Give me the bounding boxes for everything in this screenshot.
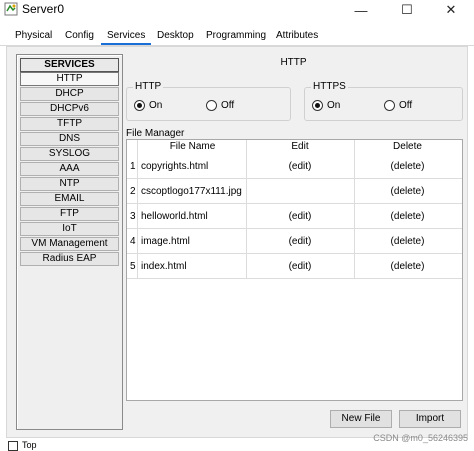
file-manager-label: File Manager xyxy=(126,128,185,139)
service-item-ntp[interactable]: NTP xyxy=(20,177,119,191)
radio-unchecked-icon xyxy=(206,100,217,111)
radio-unchecked-icon xyxy=(384,100,395,111)
tab-programming[interactable]: Programming xyxy=(200,27,272,45)
service-item-dhcp[interactable]: DHCP xyxy=(20,87,119,101)
delete-link[interactable]: (delete) xyxy=(354,179,461,204)
row-number: 2 xyxy=(130,186,136,197)
service-item-iot[interactable]: IoT xyxy=(20,222,119,236)
http-group: HTTP On Off xyxy=(126,81,291,121)
edit-link xyxy=(246,179,354,204)
http-on-label: On xyxy=(149,100,163,111)
service-item-ftp[interactable]: FTP xyxy=(20,207,119,221)
row-number: 1 xyxy=(130,161,136,172)
https-on-radio[interactable]: On xyxy=(312,100,340,111)
minimize-button[interactable]: — xyxy=(338,0,384,20)
watermark: CSDN @m0_56246395 xyxy=(373,433,468,443)
tab-attributes[interactable]: Attributes xyxy=(270,27,324,45)
table-row: 5 index.html (edit) (delete) xyxy=(127,254,462,279)
edit-header: Edit xyxy=(291,141,309,152)
import-button[interactable]: Import xyxy=(399,410,461,428)
tab-desktop[interactable]: Desktop xyxy=(151,27,200,45)
http-off-radio[interactable]: Off xyxy=(206,100,234,111)
close-button[interactable]: ✕ xyxy=(428,0,474,20)
file-name: copyrights.html xyxy=(141,161,209,172)
row-number: 4 xyxy=(130,236,136,247)
radio-checked-icon xyxy=(134,100,145,111)
service-item-dns[interactable]: DNS xyxy=(20,132,119,146)
delete-link[interactable]: (delete) xyxy=(354,229,461,254)
edit-link[interactable]: (edit) xyxy=(246,204,354,229)
edit-link[interactable]: (edit) xyxy=(246,254,354,279)
window-title: Server0 xyxy=(22,2,65,16)
tab-services[interactable]: Services xyxy=(101,27,152,45)
delete-link[interactable]: (delete) xyxy=(354,254,461,279)
row-number: 5 xyxy=(130,261,136,272)
http-off-label: Off xyxy=(221,100,235,111)
service-item-syslog[interactable]: SYSLOG xyxy=(20,147,119,161)
service-item-radius-eap[interactable]: Radius EAP xyxy=(20,252,119,266)
row-number: 3 xyxy=(130,211,136,222)
edit-link[interactable]: (edit) xyxy=(246,154,354,179)
delete-link[interactable]: (delete) xyxy=(354,154,461,179)
http-group-label: HTTP xyxy=(133,81,164,93)
title-bar: Server0 — ☐ ✕ xyxy=(0,0,474,20)
tab-config[interactable]: Config xyxy=(59,27,100,45)
file-name: helloworld.html xyxy=(141,211,208,222)
service-item-aaa[interactable]: AAA xyxy=(20,162,119,176)
service-item-vm-management[interactable]: VM Management xyxy=(20,237,119,251)
file-name: image.html xyxy=(141,236,190,247)
edit-link[interactable]: (edit) xyxy=(246,229,354,254)
table-row: 4 image.html (edit) (delete) xyxy=(127,229,462,254)
new-file-button[interactable]: New File xyxy=(330,410,392,428)
tab-physical[interactable]: Physical xyxy=(9,27,58,45)
delete-header: Delete xyxy=(393,141,422,152)
radio-checked-icon xyxy=(312,100,323,111)
service-item-dhcpv6[interactable]: DHCPv6 xyxy=(20,102,119,116)
file-table: File Name Edit Delete 1 copyrights.html … xyxy=(126,139,463,401)
service-item-http[interactable]: HTTP xyxy=(20,72,119,86)
file-name-header: File Name xyxy=(169,141,216,152)
file-name: cscoptlogo177x111.jpg xyxy=(141,186,242,197)
services-content: SERVICES HTTP DHCP DHCPv6 TFTP DNS SYSLO… xyxy=(6,46,468,438)
service-item-tftp[interactable]: TFTP xyxy=(20,117,119,131)
delete-link[interactable]: (delete) xyxy=(354,204,461,229)
server-icon xyxy=(4,2,18,16)
file-name: index.html xyxy=(141,261,187,272)
service-item-email[interactable]: EMAIL xyxy=(20,192,119,206)
panel-title: HTTP xyxy=(280,57,307,68)
table-row: 3 helloworld.html (edit) (delete) xyxy=(127,204,462,229)
https-group: HTTPS On Off xyxy=(304,81,463,121)
top-checkbox[interactable] xyxy=(8,441,18,451)
https-on-label: On xyxy=(327,100,341,111)
table-row: 2 cscoptlogo177x111.jpg (delete) xyxy=(127,179,462,204)
table-row: 1 copyrights.html (edit) (delete) xyxy=(127,154,462,179)
https-off-radio[interactable]: Off xyxy=(384,100,412,111)
https-off-label: Off xyxy=(399,100,413,111)
maximize-button[interactable]: ☐ xyxy=(384,0,430,20)
https-group-label: HTTPS xyxy=(311,81,348,93)
services-header: SERVICES xyxy=(20,58,119,72)
services-list: SERVICES HTTP DHCP DHCPv6 TFTP DNS SYSLO… xyxy=(16,54,123,430)
top-checkbox-label: Top xyxy=(22,440,37,450)
server-window: Server0 — ☐ ✕ Physical Config Services D… xyxy=(0,0,474,451)
http-on-radio[interactable]: On xyxy=(134,100,162,111)
tab-bar: Physical Config Services Desktop Program… xyxy=(0,27,474,45)
